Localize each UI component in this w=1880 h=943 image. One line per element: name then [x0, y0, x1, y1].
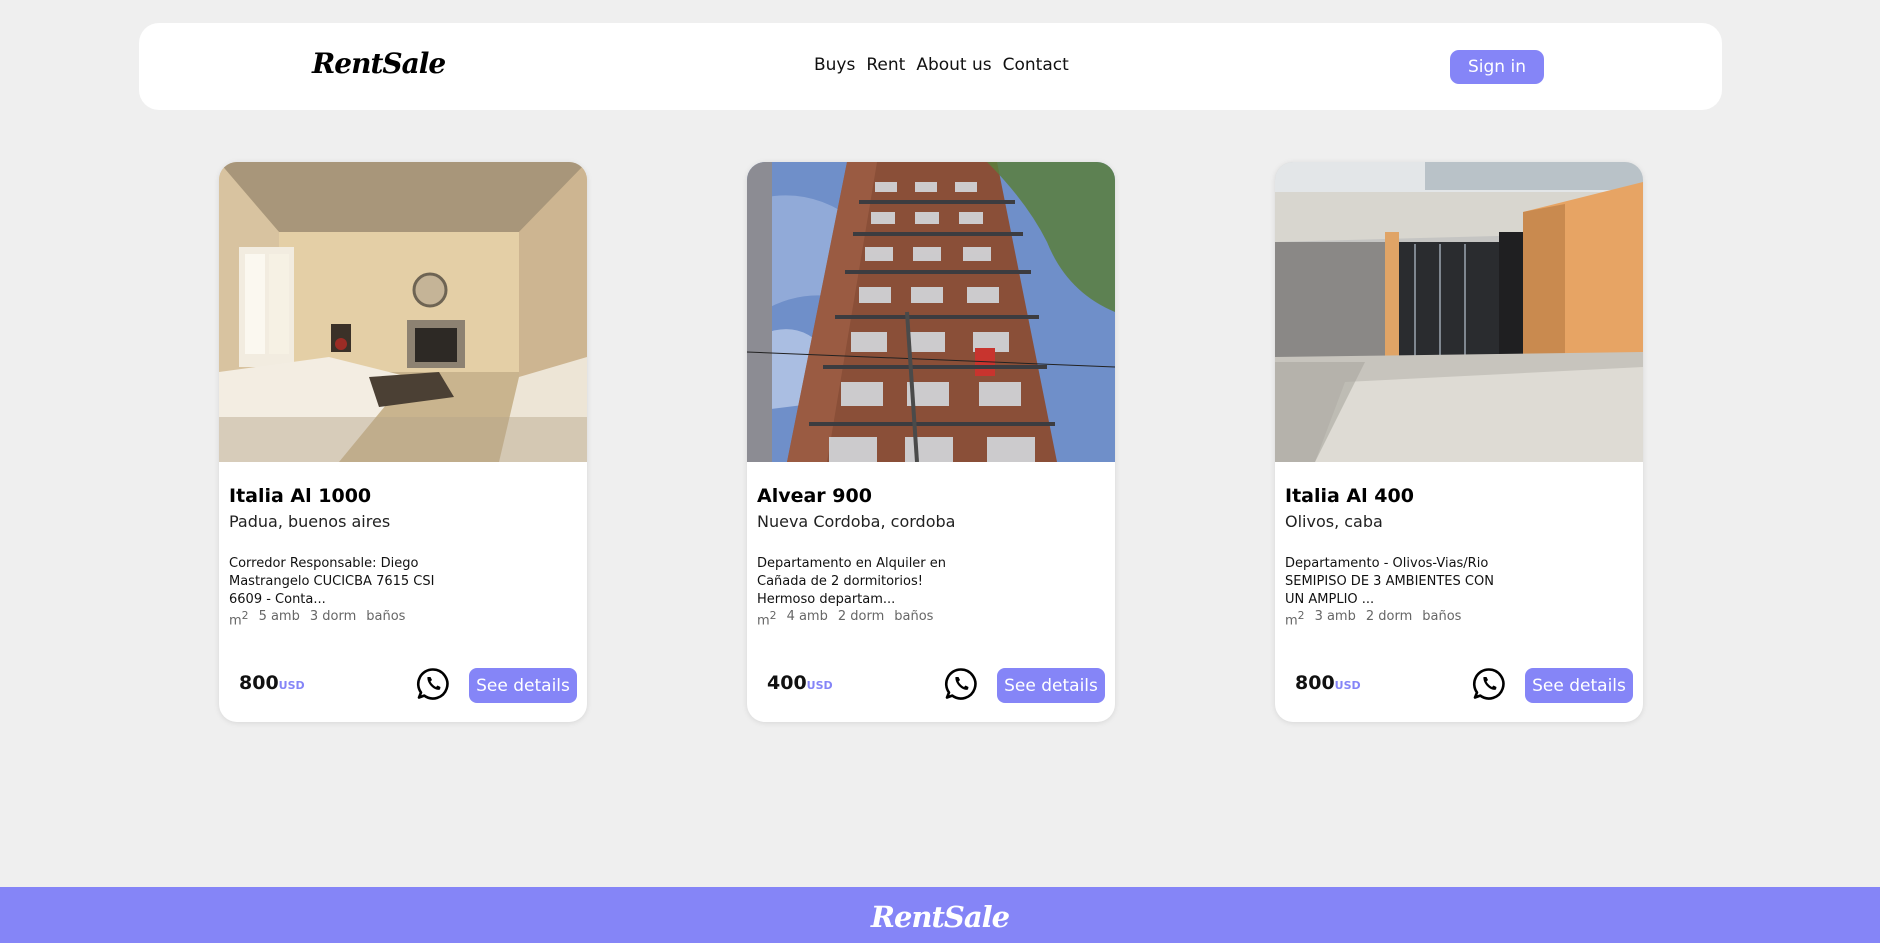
brand-logo[interactable]: RentSale [312, 47, 446, 80]
listing-location: Olivos, caba [1285, 512, 1383, 531]
nav-item-about-us[interactable]: About us [916, 55, 991, 75]
listing-price: 400USD [767, 672, 833, 694]
bathrooms-feature: baños [1422, 609, 1462, 624]
see-details-button[interactable]: See details [1525, 668, 1633, 703]
listing-photo-building-entrance[interactable] [1275, 162, 1643, 462]
sign-in-button[interactable]: Sign in [1450, 50, 1544, 84]
listing-photo-living-room[interactable] [219, 162, 587, 462]
listing-photo-apartment-tower[interactable] [747, 162, 1115, 462]
listing-price: 800USD [1295, 672, 1361, 694]
footer-logo[interactable]: RentSale [871, 900, 1010, 934]
listing-location: Nueva Cordoba, cordoba [757, 512, 956, 531]
currency-label: USD [1334, 679, 1361, 692]
listing-description: Departamento - Olivos-Vias/Rio SEMIPISO … [1285, 556, 1494, 607]
bathrooms-feature: baños [894, 609, 934, 624]
nav-item-buys[interactable]: Buys [814, 55, 855, 75]
listing-location: Padua, buenos aires [229, 512, 391, 531]
nav-item-contact[interactable]: Contact [1003, 55, 1069, 75]
rooms-feature: 4 amb [786, 609, 828, 624]
listing-title: Italia Al 1000 [229, 485, 372, 507]
listing-title: Italia Al 400 [1285, 485, 1414, 507]
rooms-feature: 5 amb [258, 609, 300, 624]
top-navbar: RentSale Buys Rent About us Contact Sign… [139, 23, 1722, 110]
area-feature: m2 [229, 609, 249, 629]
see-details-button[interactable]: See details [469, 668, 577, 703]
area-feature: m2 [1285, 609, 1305, 629]
bedrooms-feature: 2 dorm [837, 609, 885, 624]
listing-price: 800USD [239, 672, 305, 694]
listing-card[interactable]: Italia Al 1000 Padua, buenos aires Corre… [219, 162, 587, 722]
bedrooms-feature: 2 dorm [1365, 609, 1413, 624]
main-nav: Buys Rent About us Contact [814, 55, 1069, 75]
listing-description: Departamento en Alquiler en Cañada de 2 … [757, 556, 947, 607]
rooms-feature: 3 amb [1314, 609, 1356, 624]
bathrooms-feature: baños [366, 609, 406, 624]
currency-label: USD [806, 679, 833, 692]
nav-item-rent[interactable]: Rent [866, 55, 905, 75]
currency-label: USD [278, 679, 305, 692]
bedrooms-feature: 3 dorm [309, 609, 357, 624]
listing-features: m2 3 amb 2 dorm baños [1285, 609, 1461, 628]
listing-features: m2 4 amb 2 dorm baños [757, 609, 933, 628]
whatsapp-icon[interactable] [1472, 667, 1506, 701]
whatsapp-icon[interactable] [944, 667, 978, 701]
whatsapp-icon[interactable] [416, 667, 450, 701]
listing-title: Alvear 900 [757, 485, 872, 507]
listing-card[interactable]: Alvear 900 Nueva Cordoba, cordoba Depart… [747, 162, 1115, 722]
listing-features: m2 5 amb 3 dorm baños [229, 609, 405, 628]
footer: RentSale [0, 887, 1880, 943]
listing-description: Corredor Responsable: Diego Mastrangelo … [229, 556, 435, 607]
listing-card[interactable]: Italia Al 400 Olivos, caba Departamento … [1275, 162, 1643, 722]
area-feature: m2 [757, 609, 777, 629]
see-details-button[interactable]: See details [997, 668, 1105, 703]
